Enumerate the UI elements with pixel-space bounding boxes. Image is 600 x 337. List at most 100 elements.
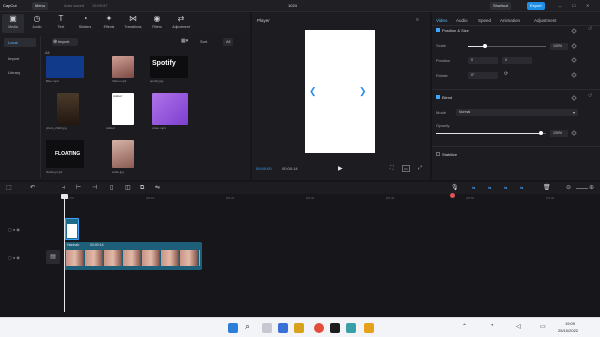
app-icon[interactable] — [346, 323, 356, 333]
microphone-icon[interactable]: 🎙 — [451, 184, 459, 192]
media-item[interactable]: Added — [112, 93, 134, 125]
opacity-slider[interactable] — [436, 131, 546, 135]
clock-date[interactable]: 25/10/2022 — [558, 328, 578, 333]
chrome-icon[interactable] — [314, 323, 324, 333]
media-item[interactable] — [112, 140, 134, 168]
menu-button[interactable]: Menu — [32, 2, 49, 10]
stabilize-checkbox[interactable] — [436, 152, 440, 156]
media-item[interactable] — [46, 56, 84, 78]
clock-time[interactable]: 19:09 — [565, 321, 575, 326]
zoom-slider[interactable] — [576, 188, 588, 189]
freeze-icon[interactable]: ◫ — [125, 184, 131, 192]
file-explorer-icon[interactable] — [294, 323, 304, 333]
delete-icon[interactable]: ▯ — [110, 184, 113, 192]
mode-select[interactable]: Normal ▾ — [456, 109, 578, 116]
playhead[interactable] — [64, 194, 65, 312]
media-item[interactable] — [112, 56, 134, 78]
scale-slider[interactable] — [468, 44, 546, 48]
magnet-icon[interactable]: ⇆ — [520, 184, 523, 192]
volume-icon[interactable]: ◁ — [516, 323, 521, 330]
split-icon[interactable]: ⫞ — [62, 184, 65, 192]
media-item[interactable]: Spotify — [150, 56, 188, 78]
tool-adjustment[interactable]: ⇄ Adjustment — [170, 14, 192, 33]
network-icon[interactable]: ◔ — [490, 323, 494, 329]
opacity-value[interactable]: 100% — [550, 130, 568, 137]
export-button[interactable]: Export — [527, 2, 545, 10]
preview-axis-icon[interactable]: ⇆ — [504, 184, 507, 192]
import-button[interactable]: ⊕ Import — [52, 38, 78, 46]
sort-button[interactable]: Sort — [200, 38, 207, 46]
tab-speed[interactable]: Speed — [478, 18, 491, 23]
tab-adjustment[interactable]: Adjustment — [534, 18, 557, 23]
position-y-input[interactable]: 0 — [502, 57, 532, 64]
maximize-icon[interactable]: ☐ — [572, 0, 576, 12]
main-clip[interactable]: Hannah 00:00:14 — [64, 242, 202, 270]
rotate-icon[interactable]: ⟳ — [504, 71, 508, 77]
keyframe-icon[interactable] — [571, 130, 577, 136]
panel-menu-icon[interactable]: ≡ — [416, 17, 419, 23]
split-left-icon[interactable]: ⊢ — [76, 184, 81, 192]
fullscreen-icon[interactable]: ⤢ — [418, 165, 422, 171]
view-toggle-icon[interactable]: ▦▾ — [181, 38, 188, 44]
keyframe-icon[interactable] — [571, 43, 577, 49]
windows-start-icon[interactable] — [228, 323, 238, 333]
track-lock-icon[interactable]: ▢ ● ◉ — [8, 227, 20, 232]
split-right-icon[interactable]: ⊣ — [92, 184, 97, 192]
media-item[interactable]: FLOATING — [46, 140, 84, 168]
keyframe-icon[interactable] — [571, 72, 577, 78]
keyframe-icon[interactable] — [571, 28, 577, 34]
link-icon[interactable]: ⇆ — [472, 184, 475, 192]
tab-animation[interactable]: Animation — [500, 18, 520, 23]
marker-icon[interactable] — [450, 193, 455, 198]
blend-checkbox[interactable] — [436, 95, 440, 99]
search-icon[interactable]: ⌕ — [245, 321, 250, 332]
playhead-handle[interactable] — [61, 194, 68, 199]
tool-filters[interactable]: ◉ Filters — [146, 14, 168, 33]
keyframe-icon[interactable] — [571, 57, 577, 63]
zoom-in-icon[interactable]: ⊕ — [589, 184, 594, 192]
reset-icon[interactable]: ↺ — [588, 26, 592, 32]
battery-icon[interactable]: ▭ — [540, 323, 546, 330]
tab-video[interactable]: Video — [436, 18, 447, 23]
crop-icon[interactable]: ⧉ — [140, 184, 144, 192]
select-icon[interactable]: ⬚ — [6, 184, 12, 192]
fit-icon[interactable]: ⛶ — [390, 165, 394, 171]
position-x-input[interactable]: 0 — [468, 57, 498, 64]
tool-text[interactable]: T Text — [50, 14, 72, 33]
app-icon-2[interactable] — [364, 323, 374, 333]
shortcut-button[interactable]: Shortcut — [490, 2, 511, 10]
task-view-icon[interactable] — [262, 323, 272, 333]
media-item[interactable] — [57, 93, 79, 125]
tool-stickers[interactable]: ◔ Stickers — [74, 14, 96, 33]
scale-value[interactable]: 100% — [550, 43, 568, 50]
minimize-icon[interactable]: — — [558, 0, 562, 12]
position-checkbox[interactable] — [436, 28, 440, 32]
filter-all-button[interactable]: All — [223, 38, 234, 46]
tool-effects[interactable]: ✦ Effects — [98, 14, 120, 33]
mirror-icon[interactable]: ⇋ — [155, 184, 160, 192]
tray-chevron-icon[interactable]: ⌃ — [462, 323, 467, 330]
close-icon[interactable]: ✕ — [586, 0, 589, 12]
preview-canvas[interactable]: ❮ ❯ — [305, 30, 375, 153]
media-item[interactable] — [152, 93, 188, 125]
tool-transitions[interactable]: ⋈ Transitions — [122, 14, 144, 33]
keyframe-icon[interactable] — [571, 95, 577, 101]
ratio-icon[interactable]: ▭ — [402, 165, 410, 172]
trash-icon[interactable]: 🗑 — [543, 184, 551, 192]
widgets-icon[interactable] — [278, 323, 288, 333]
rotate-input[interactable]: 0° — [468, 72, 498, 79]
snap-icon[interactable]: ⇆ — [488, 184, 491, 192]
reset-icon[interactable]: ↺ — [588, 93, 592, 99]
cover-icon[interactable]: ▤ — [46, 250, 60, 264]
sidebar-item-library[interactable]: Library — [4, 68, 36, 77]
opacity-slider-knob[interactable] — [538, 131, 543, 135]
tool-media[interactable]: ▣ Media — [2, 14, 24, 33]
undo-icon[interactable]: ↶ — [30, 184, 35, 192]
tab-audio[interactable]: Audio — [456, 18, 468, 23]
sidebar-item-local[interactable]: Local — [4, 38, 36, 47]
tool-audio[interactable]: ◷ Audio — [26, 14, 48, 33]
track-mute-icon[interactable]: ▢ ● ◉ — [8, 255, 20, 260]
play-icon[interactable]: ▶ — [338, 165, 343, 172]
capcut-icon[interactable] — [330, 323, 340, 333]
overlay-clip[interactable] — [65, 218, 79, 240]
